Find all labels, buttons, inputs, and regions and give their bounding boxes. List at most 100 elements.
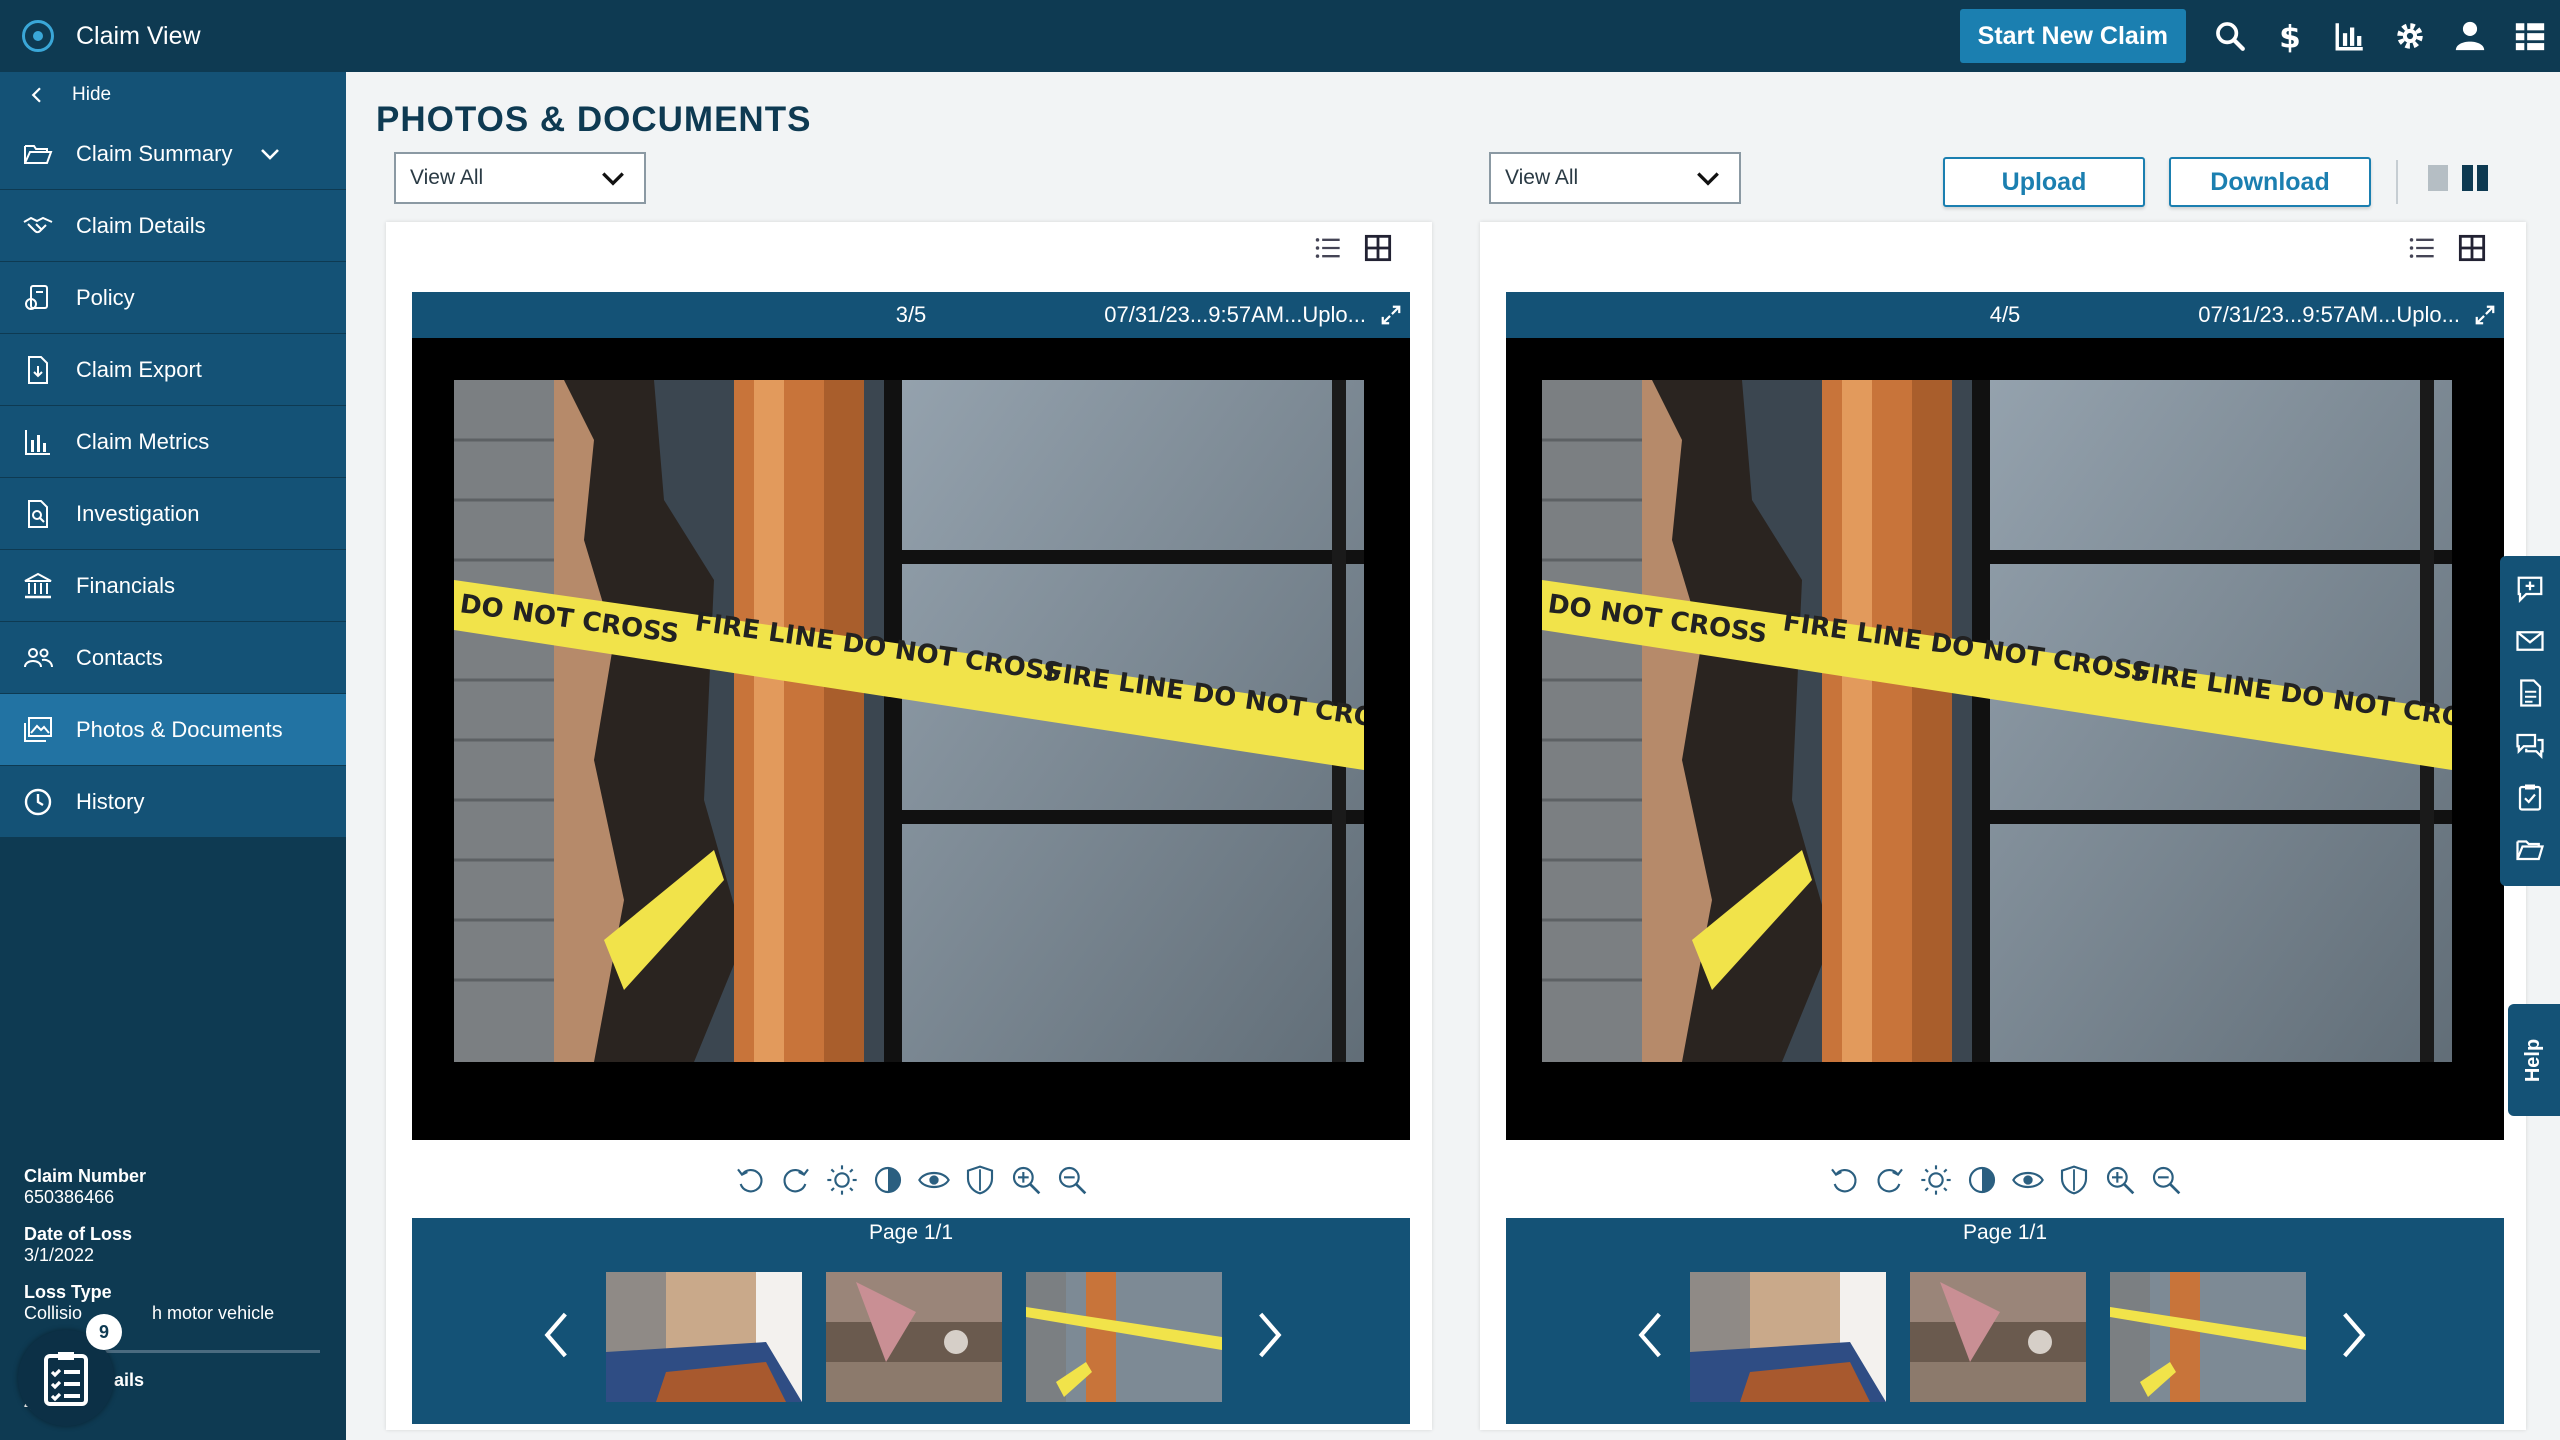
chevron-left-icon[interactable] — [540, 1310, 574, 1360]
thumbnail[interactable] — [1026, 1272, 1222, 1402]
page-indicator: Page 1/1 — [1506, 1218, 2504, 1248]
rotate-right-icon[interactable] — [780, 1164, 812, 1196]
thumbnail-strip — [1506, 1248, 2504, 1424]
grid-view-icon[interactable] — [2458, 234, 2486, 262]
thumbnail[interactable] — [2110, 1272, 2306, 1402]
folder-open-icon[interactable] — [2514, 834, 2546, 864]
viewer-header: 3/5 07/31/23...9:57AM...Uplo... — [412, 292, 1410, 338]
chevron-down-icon — [1697, 172, 1719, 186]
sidebar-item-photos-documents[interactable]: Photos & Documents — [0, 694, 346, 766]
date-of-loss-label: Date of Loss — [24, 1224, 133, 1244]
shield-icon[interactable] — [964, 1164, 996, 1196]
image-toolbar — [412, 1164, 1410, 1204]
rotate-left-icon[interactable] — [734, 1164, 766, 1196]
zoom-out-icon[interactable] — [1056, 1164, 1088, 1196]
claim-info-block: Claim Number 650386466 Date of Loss 3/1/… — [24, 1166, 324, 1340]
sidebar-divider — [90, 1350, 320, 1353]
loss-type-label: Loss Type — [24, 1282, 112, 1302]
rotate-left-icon[interactable] — [1828, 1164, 1860, 1196]
bar-chart-icon — [25, 429, 50, 455]
damage-photo[interactable]: DO NOT CROSS FIRE LINE DO NOT CROSS FIRE… — [1542, 380, 2452, 1062]
mail-icon[interactable] — [2514, 626, 2546, 656]
eye-icon[interactable] — [2012, 1164, 2044, 1196]
expand-icon[interactable] — [1380, 304, 1402, 326]
thumbnail-strip — [412, 1248, 1410, 1424]
filter-select-right[interactable]: View All — [1489, 152, 1741, 204]
sidebar-item-label: Claim Export — [76, 356, 202, 382]
chevron-right-icon[interactable] — [1252, 1310, 1286, 1360]
sidebar-item-financials[interactable]: Financials — [0, 550, 346, 622]
zoom-in-icon[interactable] — [2104, 1164, 2136, 1196]
loss-type-value: Collisio h motor vehicle — [24, 1303, 324, 1324]
grid-menu-icon[interactable] — [2500, 0, 2560, 72]
search-icon[interactable] — [2200, 0, 2260, 72]
chevron-down-icon — [602, 172, 624, 186]
expand-icon[interactable] — [2474, 304, 2496, 326]
chat-icon[interactable] — [2514, 730, 2546, 760]
clipboard-list-icon — [44, 1352, 88, 1406]
list-view-icon[interactable] — [1314, 234, 1342, 262]
start-new-claim-button[interactable]: Start New Claim — [1959, 9, 2186, 63]
document-icon[interactable] — [2514, 678, 2546, 708]
help-label: Help — [2522, 1038, 2545, 1082]
viewer-header: 4/5 07/31/23...9:57AM...Uplo... — [1506, 292, 2504, 338]
viewer-panel-right: 4/5 07/31/23...9:57AM...Uplo... DO NOT C… — [1480, 222, 2526, 1430]
dollar-icon[interactable]: $ — [2260, 0, 2320, 72]
split-view-icon[interactable] — [2462, 165, 2488, 191]
contrast-icon[interactable] — [872, 1164, 904, 1196]
sidebar-item-label: Policy — [76, 284, 135, 310]
contacts-icon — [24, 647, 53, 667]
sidebar-item-policy[interactable]: Policy — [0, 262, 346, 334]
file-export-icon — [28, 355, 48, 384]
sidebar-item-label: Contacts — [76, 644, 163, 670]
filter-select-left[interactable]: View All — [394, 152, 646, 204]
single-view-icon[interactable] — [2428, 165, 2448, 191]
brightness-icon[interactable] — [826, 1164, 858, 1196]
list-view-icon[interactable] — [2408, 234, 2436, 262]
sidebar-item-contacts[interactable]: Contacts — [0, 622, 346, 694]
clipboard-check-icon[interactable] — [2514, 782, 2546, 812]
sidebar-item-claim-details[interactable]: Claim Details — [0, 190, 346, 262]
filter-select-right-value: View All — [1505, 166, 1579, 189]
gear-icon[interactable] — [2380, 0, 2440, 72]
help-tab[interactable]: Help — [2508, 1004, 2560, 1116]
damage-photo[interactable]: DO NOT CROSS FIRE LINE DO NOT CROSS FIRE… — [454, 380, 1364, 1062]
download-button[interactable]: Download — [2169, 157, 2371, 207]
add-note-icon[interactable] — [2514, 574, 2546, 604]
thumbnail[interactable] — [606, 1272, 802, 1402]
sidebar-item-history[interactable]: History — [0, 766, 346, 838]
thumbnail[interactable] — [1690, 1272, 1886, 1402]
thumbnail[interactable] — [1910, 1272, 2086, 1402]
shield-icon[interactable] — [2058, 1164, 2090, 1196]
sidebar-item-claim-summary[interactable]: Claim Summary — [0, 118, 346, 190]
file-search-icon — [28, 499, 48, 528]
contrast-icon[interactable] — [1966, 1164, 1998, 1196]
thumbnail[interactable] — [826, 1272, 1002, 1402]
tasks-count-badge: 9 — [86, 1314, 122, 1350]
sidebar-item-claim-metrics[interactable]: Claim Metrics — [0, 406, 346, 478]
sidebar-item-claim-export[interactable]: Claim Export — [0, 334, 346, 406]
rotate-right-icon[interactable] — [1874, 1164, 1906, 1196]
eye-icon[interactable] — [918, 1164, 950, 1196]
chevron-right-icon[interactable] — [2336, 1310, 2370, 1360]
sidebar-item-investigation[interactable]: Investigation — [0, 478, 346, 550]
bar-chart-icon[interactable] — [2320, 0, 2380, 72]
upload-button[interactable]: Upload — [1943, 157, 2145, 207]
sidebar-item-label: Photos & Documents — [76, 716, 283, 742]
photo-meta: 07/31/23...9:57AM...Uplo... — [2198, 302, 2460, 327]
sidebar-item-label: Claim Metrics — [76, 428, 210, 454]
user-icon[interactable] — [2440, 0, 2500, 72]
brightness-icon[interactable] — [1920, 1164, 1952, 1196]
app-logo-icon — [22, 20, 54, 52]
svg-text:$: $ — [2279, 19, 2301, 53]
chevron-left-icon[interactable] — [1634, 1310, 1668, 1360]
zoom-out-icon[interactable] — [2150, 1164, 2182, 1196]
sidebar-hide-toggle[interactable]: Hide — [0, 72, 346, 118]
chevron-down-icon[interactable] — [258, 142, 282, 166]
sidebar-item-label: Claim Summary — [76, 140, 233, 166]
grid-view-icon[interactable] — [1364, 234, 1392, 262]
zoom-in-icon[interactable] — [1010, 1164, 1042, 1196]
sidebar-item-label: Financials — [76, 572, 176, 598]
folder-open-icon — [24, 144, 53, 164]
sidebar-hide-label: Hide — [72, 84, 112, 105]
